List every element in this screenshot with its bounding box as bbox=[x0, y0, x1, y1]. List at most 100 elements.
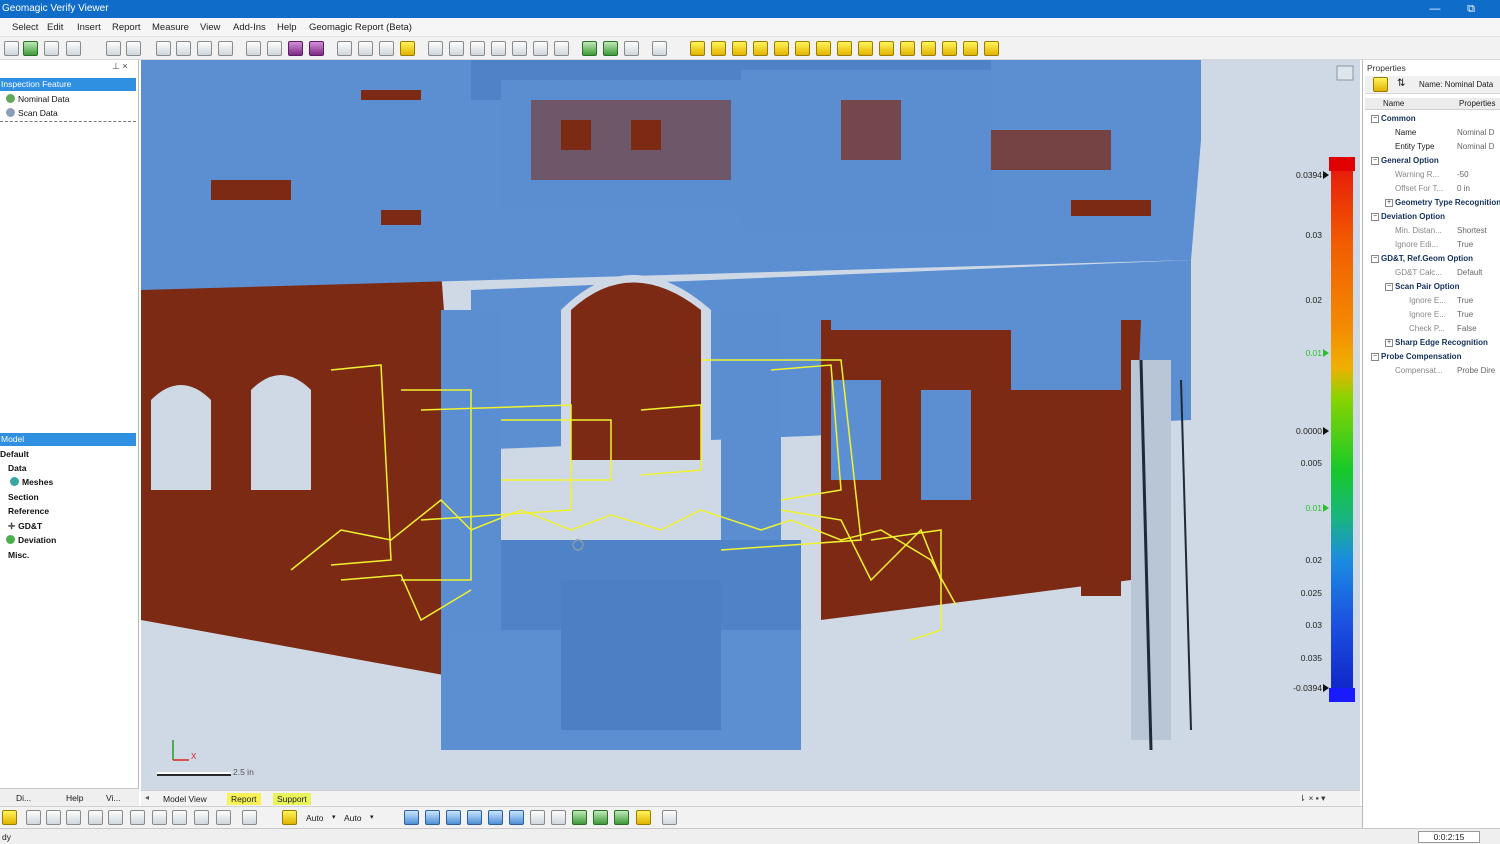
menu-help[interactable]: Help bbox=[277, 22, 297, 33]
render-tool-3-icon[interactable] bbox=[732, 41, 747, 56]
zoom-fit-icon[interactable] bbox=[156, 41, 171, 56]
display-tool-10-icon[interactable] bbox=[593, 810, 608, 825]
view-top-icon[interactable] bbox=[428, 41, 443, 56]
display-tool-7-icon[interactable] bbox=[530, 810, 545, 825]
pan-icon[interactable] bbox=[246, 41, 261, 56]
view-normal-icon[interactable] bbox=[512, 41, 527, 56]
categorized-icon[interactable] bbox=[1373, 77, 1388, 92]
auto-dropdown-2[interactable]: Auto bbox=[344, 813, 362, 823]
render-tool-14-icon[interactable] bbox=[963, 41, 978, 56]
zoom-window-icon[interactable] bbox=[197, 41, 212, 56]
restore-button[interactable]: ⧉ bbox=[1456, 1, 1486, 17]
view-right-icon[interactable] bbox=[491, 41, 506, 56]
tree-item-scan-data[interactable]: Scan Data bbox=[6, 108, 58, 118]
tab-model-view[interactable]: Model View bbox=[159, 793, 211, 805]
display-tool-2-icon[interactable] bbox=[425, 810, 440, 825]
chevron-down-icon[interactable]: ▾ bbox=[370, 813, 374, 821]
property-row[interactable]: Min. Distan... Shortest bbox=[1365, 224, 1500, 238]
select-invert-icon[interactable] bbox=[172, 810, 187, 825]
sort-icon[interactable]: ⇅ bbox=[1397, 78, 1405, 89]
menu-insert[interactable]: Insert bbox=[77, 22, 101, 33]
property-row[interactable]: − General Option bbox=[1365, 154, 1500, 168]
property-row[interactable]: Entity Type Nominal D bbox=[1365, 140, 1500, 154]
select-circle-icon[interactable] bbox=[66, 810, 81, 825]
expand-toggle-icon[interactable]: − bbox=[1385, 283, 1393, 291]
display-tool-6-icon[interactable] bbox=[509, 810, 524, 825]
property-row[interactable]: − Scan Pair Option bbox=[1365, 280, 1500, 294]
render-tool-15-icon[interactable] bbox=[984, 41, 999, 56]
tree-item-section[interactable]: Section bbox=[8, 492, 39, 502]
auto-dropdown-1[interactable]: Auto bbox=[306, 813, 324, 823]
property-row[interactable]: Warning R... -50 bbox=[1365, 168, 1500, 182]
measure-angle-icon[interactable] bbox=[582, 41, 597, 56]
tree-item-reference[interactable]: Reference bbox=[8, 506, 49, 516]
tree-item-deviation[interactable]: Deviation bbox=[6, 535, 56, 545]
3d-viewport[interactable]: X 2.5 in bbox=[141, 60, 1360, 790]
minimize-button[interactable]: — bbox=[1420, 1, 1450, 17]
select-brush-icon[interactable] bbox=[88, 810, 103, 825]
view-back-icon[interactable] bbox=[358, 41, 373, 56]
auto-mode-icon[interactable] bbox=[282, 810, 297, 825]
tab-display[interactable]: Di... bbox=[16, 793, 31, 803]
menu-select[interactable]: Select bbox=[12, 22, 38, 33]
tree-item-nominal-data[interactable]: Nominal Data bbox=[6, 94, 70, 104]
select-fill-icon[interactable] bbox=[152, 810, 167, 825]
property-row[interactable]: − Probe Compensation bbox=[1365, 350, 1500, 364]
select-paint-icon[interactable] bbox=[130, 810, 145, 825]
menu-edit[interactable]: Edit bbox=[47, 22, 63, 33]
property-row[interactable]: + Geometry Type Recognition bbox=[1365, 196, 1500, 210]
section-icon[interactable] bbox=[652, 41, 667, 56]
tab-help[interactable]: Help bbox=[66, 793, 83, 803]
region-select-icon[interactable] bbox=[309, 41, 324, 56]
property-row[interactable]: Ignore E... True bbox=[1365, 294, 1500, 308]
render-tool-4-icon[interactable] bbox=[753, 41, 768, 56]
property-row[interactable]: Check P... False bbox=[1365, 322, 1500, 336]
display-tool-5-icon[interactable] bbox=[488, 810, 503, 825]
property-row[interactable]: − GD&T, Ref.Geom Option bbox=[1365, 252, 1500, 266]
copy-icon[interactable] bbox=[106, 41, 121, 56]
import-icon[interactable] bbox=[66, 41, 81, 56]
tree-item-default[interactable]: Default bbox=[0, 449, 29, 459]
display-tool-9-icon[interactable] bbox=[572, 810, 587, 825]
render-tool-10-icon[interactable] bbox=[879, 41, 894, 56]
zoom-region-icon[interactable] bbox=[218, 41, 233, 56]
render-tool-7-icon[interactable] bbox=[816, 41, 831, 56]
expand-toggle-icon[interactable]: + bbox=[1385, 199, 1393, 207]
new-file-icon[interactable] bbox=[4, 41, 19, 56]
expand-toggle-icon[interactable]: + bbox=[1385, 339, 1393, 347]
property-row[interactable]: + Sharp Edge Recognition bbox=[1365, 336, 1500, 350]
point-select-icon[interactable] bbox=[288, 41, 303, 56]
tree-item-gdt[interactable]: ✛ GD&T bbox=[8, 521, 42, 532]
deviation-color-scale[interactable] bbox=[1329, 157, 1355, 702]
expand-toggle-icon[interactable]: − bbox=[1371, 115, 1379, 123]
render-tool-13-icon[interactable] bbox=[942, 41, 957, 56]
chevron-down-icon[interactable]: ▾ bbox=[332, 813, 336, 821]
display-tool-3-icon[interactable] bbox=[446, 810, 461, 825]
display-tool-8-icon[interactable] bbox=[551, 810, 566, 825]
select-point-icon[interactable] bbox=[26, 810, 41, 825]
measure-distance-icon[interactable] bbox=[603, 41, 618, 56]
property-row[interactable]: Ignore Edi... True bbox=[1365, 238, 1500, 252]
select-lasso-icon[interactable] bbox=[108, 810, 123, 825]
select-all-icon[interactable] bbox=[194, 810, 209, 825]
property-row[interactable]: Ignore E... True bbox=[1365, 308, 1500, 322]
property-row[interactable]: Compensat... Probe Dire bbox=[1365, 364, 1500, 378]
expand-toggle-icon[interactable]: − bbox=[1371, 255, 1379, 263]
tree-item-meshes[interactable]: Meshes bbox=[10, 477, 53, 487]
menu-add-ins[interactable]: Add-Ins bbox=[233, 22, 266, 33]
render-tool-8-icon[interactable] bbox=[837, 41, 852, 56]
display-tool-4-icon[interactable] bbox=[467, 810, 482, 825]
zoom-in-icon[interactable] bbox=[176, 41, 191, 56]
menu-geomagic-report[interactable]: Geomagic Report (Beta) bbox=[309, 22, 412, 33]
tab-report[interactable]: Report bbox=[227, 793, 261, 805]
save-icon[interactable] bbox=[44, 41, 59, 56]
display-tool-1-icon[interactable] bbox=[404, 810, 419, 825]
tab-scroll-left-icon[interactable]: ◂ bbox=[145, 793, 149, 802]
view-shaded-icon[interactable] bbox=[400, 41, 415, 56]
select-line-icon[interactable] bbox=[46, 810, 61, 825]
property-row[interactable]: GD&T Calc... Default bbox=[1365, 266, 1500, 280]
menu-measure[interactable]: Measure bbox=[152, 22, 189, 33]
display-tool-11-icon[interactable] bbox=[614, 810, 629, 825]
render-tool-1-icon[interactable] bbox=[690, 41, 705, 56]
tab-controls[interactable]: ⇂ × ▪ ▾ bbox=[1299, 793, 1325, 804]
